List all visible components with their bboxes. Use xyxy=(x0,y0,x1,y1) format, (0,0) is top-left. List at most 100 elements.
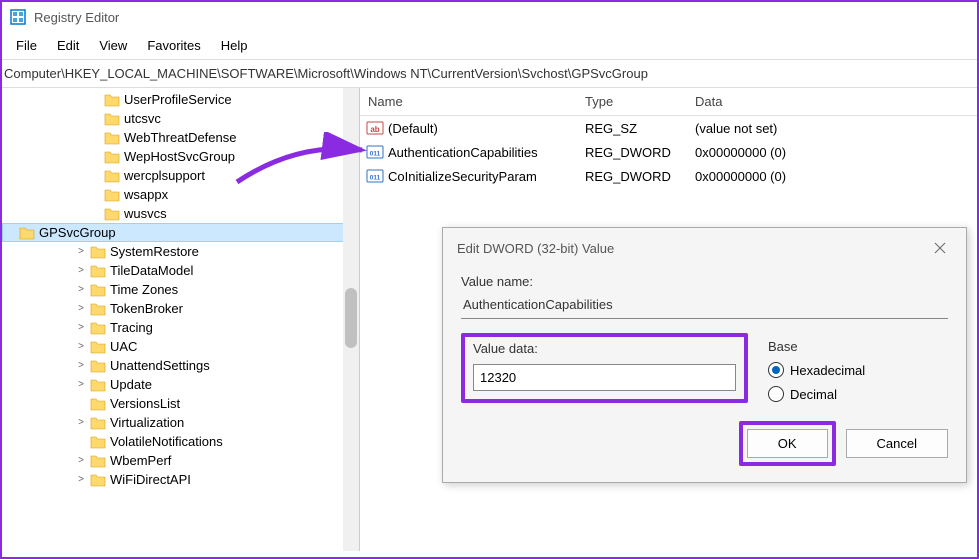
tree-label: wsappx xyxy=(124,187,168,202)
tree-label: VolatileNotifications xyxy=(110,434,223,449)
expander-icon[interactable]: > xyxy=(74,341,88,352)
tree-label: utcsvc xyxy=(124,111,161,126)
tree-label: GPSvcGroup xyxy=(39,225,116,240)
expander-icon[interactable]: > xyxy=(74,322,88,333)
tree-label: UserProfileService xyxy=(124,92,232,107)
close-icon[interactable] xyxy=(928,238,952,258)
dword-value-icon: 011 xyxy=(366,143,384,161)
tree-item-systemrestore[interactable]: > SystemRestore xyxy=(2,242,359,261)
cancel-button[interactable]: Cancel xyxy=(846,429,948,458)
ok-highlight: OK xyxy=(739,421,836,466)
value-data-input[interactable] xyxy=(473,364,736,391)
column-headers: Name Type Data xyxy=(360,88,977,116)
tree-item-update[interactable]: > Update xyxy=(2,375,359,394)
menu-view[interactable]: View xyxy=(91,36,135,55)
radio-hexadecimal[interactable]: Hexadecimal xyxy=(768,362,948,378)
tree-item-wusvcs[interactable]: wusvcs xyxy=(2,204,359,223)
tree-item-wsappx[interactable]: wsappx xyxy=(2,185,359,204)
base-group: Base Hexadecimal Decimal xyxy=(768,333,948,402)
radio-decimal[interactable]: Decimal xyxy=(768,386,948,402)
folder-icon xyxy=(90,321,106,335)
expander-icon[interactable]: > xyxy=(74,265,88,276)
tree-label: WbemPerf xyxy=(110,453,171,468)
tree-label: wercplsupport xyxy=(124,168,205,183)
value-row[interactable]: ab(Default)REG_SZ(value not set) xyxy=(360,116,977,140)
tree-panel: UserProfileService utcsvc WebThreatDefense… xyxy=(2,88,360,551)
col-header-data[interactable]: Data xyxy=(695,94,977,109)
tree-item-webthreatdefense[interactable]: WebThreatDefense xyxy=(2,128,359,147)
folder-icon xyxy=(90,245,106,259)
tree-label: Update xyxy=(110,377,152,392)
expander-icon[interactable]: > xyxy=(74,246,88,257)
tree-item-wifidirectapi[interactable]: >WiFiDirectAPI xyxy=(2,470,359,489)
svg-text:ab: ab xyxy=(370,125,379,134)
dialog-titlebar[interactable]: Edit DWORD (32-bit) Value xyxy=(443,228,966,268)
value-name-field: AuthenticationCapabilities xyxy=(461,293,948,319)
folder-icon xyxy=(90,473,106,487)
tree-item-unattendsettings[interactable]: > UnattendSettings xyxy=(2,356,359,375)
folder-icon xyxy=(104,93,120,107)
tree-item-gpsvcgroup[interactable]: GPSvcGroup xyxy=(2,223,359,242)
tree-item-virtualization[interactable]: > Virtualization xyxy=(2,413,359,432)
tree-item-volatilenotifications[interactable]: VolatileNotifications xyxy=(2,432,359,451)
tree-label: TokenBroker xyxy=(110,301,183,316)
col-header-name[interactable]: Name xyxy=(360,94,585,109)
tree-label: Virtualization xyxy=(110,415,184,430)
tree-item-tokenbroker[interactable]: > TokenBroker xyxy=(2,299,359,318)
value-type: REG_DWORD xyxy=(585,145,695,160)
value-row[interactable]: 011AuthenticationCapabilitiesREG_DWORD0x… xyxy=(360,140,977,164)
folder-icon xyxy=(104,188,120,202)
menu-edit[interactable]: Edit xyxy=(49,36,87,55)
tree-item-time-zones[interactable]: >Time Zones xyxy=(2,280,359,299)
value-type: REG_DWORD xyxy=(585,169,695,184)
menu-help[interactable]: Help xyxy=(213,36,256,55)
svg-text:011: 011 xyxy=(370,175,381,182)
svg-text:011: 011 xyxy=(370,151,381,158)
menu-favorites[interactable]: Favorites xyxy=(139,36,208,55)
tree-item-wercplsupport[interactable]: wercplsupport xyxy=(2,166,359,185)
folder-icon xyxy=(90,340,106,354)
folder-icon xyxy=(90,302,106,316)
tree-item-uac[interactable]: >UAC xyxy=(2,337,359,356)
value-data-group: Value data: xyxy=(461,333,748,403)
expander-icon[interactable]: > xyxy=(74,360,88,371)
ok-button[interactable]: OK xyxy=(747,429,828,458)
expander-icon[interactable]: > xyxy=(74,284,88,295)
tree-label: UnattendSettings xyxy=(110,358,210,373)
registry-tree[interactable]: UserProfileService utcsvc WebThreatDefense… xyxy=(2,88,359,491)
expander-icon[interactable]: > xyxy=(74,379,88,390)
tree-item-userprofileservice[interactable]: UserProfileService xyxy=(2,90,359,109)
tree-label: TileDataModel xyxy=(110,263,193,278)
col-header-type[interactable]: Type xyxy=(585,94,695,109)
menu-file[interactable]: File xyxy=(8,36,45,55)
tree-item-wbemperf[interactable]: > WbemPerf xyxy=(2,451,359,470)
expander-icon[interactable]: > xyxy=(74,474,88,485)
tree-label: WepHostSvcGroup xyxy=(124,149,235,164)
folder-icon xyxy=(104,131,120,145)
titlebar: Registry Editor xyxy=(2,2,977,32)
radio-circle-dec[interactable] xyxy=(768,386,784,402)
value-data: 0x00000000 (0) xyxy=(695,145,786,160)
tree-item-wephostsvcgroup[interactable]: WepHostSvcGroup xyxy=(2,147,359,166)
tree-label: SystemRestore xyxy=(110,244,199,259)
hex-label: Hexadecimal xyxy=(790,363,865,378)
folder-icon xyxy=(104,112,120,126)
address-bar[interactable]: Computer\HKEY_LOCAL_MACHINE\SOFTWARE\Mic… xyxy=(2,60,977,88)
dialog-title-text: Edit DWORD (32-bit) Value xyxy=(457,241,614,256)
tree-item-utcsvc[interactable]: utcsvc xyxy=(2,109,359,128)
radio-circle-hex[interactable] xyxy=(768,362,784,378)
expander-icon[interactable]: > xyxy=(74,455,88,466)
tree-label: WebThreatDefense xyxy=(124,130,237,145)
dword-value-icon: 011 xyxy=(366,167,384,185)
expander-icon[interactable]: > xyxy=(74,417,88,428)
folder-icon xyxy=(104,150,120,164)
value-name: CoInitializeSecurityParam xyxy=(388,169,537,184)
expander-icon[interactable]: > xyxy=(74,303,88,314)
tree-scrollbar[interactable] xyxy=(343,88,359,551)
value-name: (Default) xyxy=(388,121,438,136)
scrollbar-thumb[interactable] xyxy=(345,288,357,348)
tree-item-tiledatamodel[interactable]: > TileDataModel xyxy=(2,261,359,280)
value-row[interactable]: 011CoInitializeSecurityParamREG_DWORD0x0… xyxy=(360,164,977,188)
tree-item-tracing[interactable]: >Tracing xyxy=(2,318,359,337)
tree-item-versionslist[interactable]: VersionsList xyxy=(2,394,359,413)
